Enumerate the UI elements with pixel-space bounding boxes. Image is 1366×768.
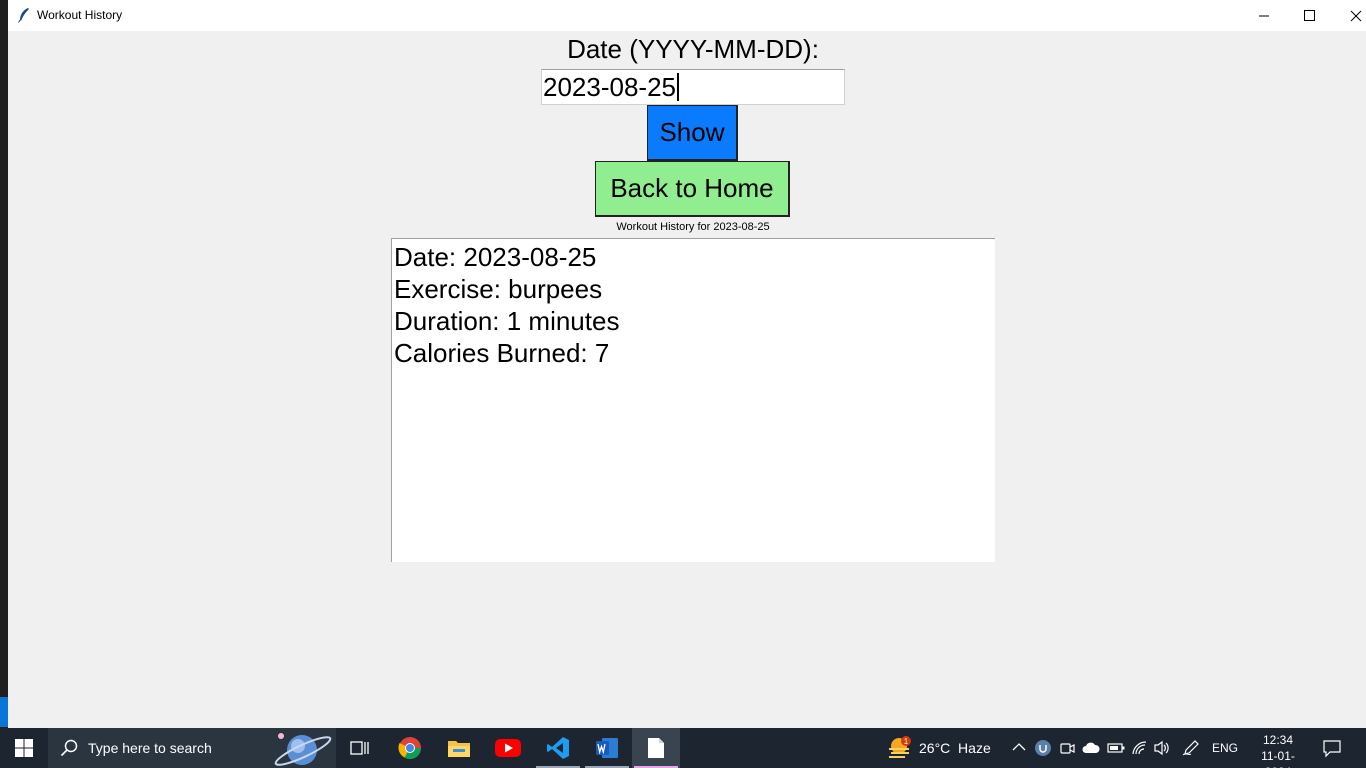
word-taskbar-button[interactable] (583, 728, 631, 768)
start-button[interactable] (0, 728, 48, 768)
battery-icon[interactable] (1107, 742, 1125, 754)
desktop-accent (0, 697, 8, 727)
vscode-icon (547, 737, 569, 759)
taskbar-search-box[interactable]: Type here to search (48, 728, 336, 768)
vscode-taskbar-button[interactable] (534, 728, 582, 768)
desktop-edge (0, 0, 8, 728)
youtube-taskbar-button[interactable] (484, 728, 532, 768)
clock[interactable]: 12:34 11-01-2024 (1248, 732, 1308, 768)
speaker-icon[interactable] (1153, 740, 1171, 756)
notepad-taskbar-button[interactable] (632, 728, 680, 768)
window-title: Workout History (37, 8, 123, 22)
language-indicator[interactable]: ENG (1212, 741, 1238, 755)
task-view-icon (350, 741, 369, 755)
taskbar: Type here to search 1 26°C Haze ENG 12:3… (0, 728, 1366, 768)
back-to-home-button[interactable]: Back to Home (595, 161, 790, 217)
windows-icon (15, 739, 33, 757)
feather-icon (18, 8, 29, 23)
close-button[interactable] (1333, 0, 1366, 31)
weather-badge: 1 (904, 737, 909, 746)
onedrive-cloud-icon[interactable] (1082, 742, 1100, 754)
search-icon (60, 739, 78, 757)
youtube-icon (495, 739, 521, 757)
minimize-icon (1259, 15, 1269, 16)
chevron-up-icon[interactable] (1012, 742, 1026, 752)
notepad-icon (648, 738, 664, 758)
file-explorer-taskbar-button[interactable] (435, 728, 483, 768)
history-line: Date: 2023-08-25 (394, 242, 597, 272)
chrome-taskbar-button[interactable] (386, 728, 434, 768)
close-icon (1350, 10, 1362, 21)
search-placeholder: Type here to search (88, 740, 212, 756)
pen-icon[interactable] (1182, 740, 1200, 756)
text-caret (677, 73, 679, 101)
minimize-button[interactable] (1241, 0, 1287, 31)
wifi-icon[interactable] (1131, 740, 1149, 756)
meet-now-icon[interactable] (1060, 740, 1076, 756)
history-line: Exercise: burpees (394, 274, 603, 304)
history-line: Calories Burned: 7 (394, 338, 610, 368)
history-caption: Workout History for 2023-08-25 (616, 221, 770, 233)
maximize-button[interactable] (1287, 0, 1333, 31)
notification-icon[interactable] (1322, 738, 1342, 758)
app-window: Workout History Date (YYYY-MM-DD): 2023-… (8, 0, 1366, 728)
date-input-value: 2023-08-25 (543, 71, 676, 102)
clock-time: 12:34 (1262, 733, 1294, 747)
weather-text[interactable]: 26°C Haze (919, 740, 991, 756)
maximize-icon (1304, 9, 1315, 21)
clock-date: 11-01-2024 (1261, 749, 1295, 768)
date-input[interactable]: 2023-08-25 (541, 69, 845, 105)
history-textbox[interactable]: Date: 2023-08-25 Exercise: burpees Durat… (391, 238, 995, 562)
update-icon[interactable] (1034, 739, 1052, 757)
word-icon (596, 738, 618, 758)
title-bar[interactable]: Workout History (8, 0, 1366, 31)
task-view-button[interactable] (336, 728, 384, 768)
search-highlight-planet-icon (274, 733, 332, 766)
date-label: Date (YYYY-MM-DD): (567, 34, 819, 64)
chrome-icon (398, 737, 421, 759)
show-button[interactable]: Show (647, 105, 738, 161)
file-explorer-icon (448, 741, 470, 757)
weather-haze-icon[interactable]: 1 (887, 736, 913, 760)
history-line: Duration: 1 minutes (394, 306, 620, 336)
